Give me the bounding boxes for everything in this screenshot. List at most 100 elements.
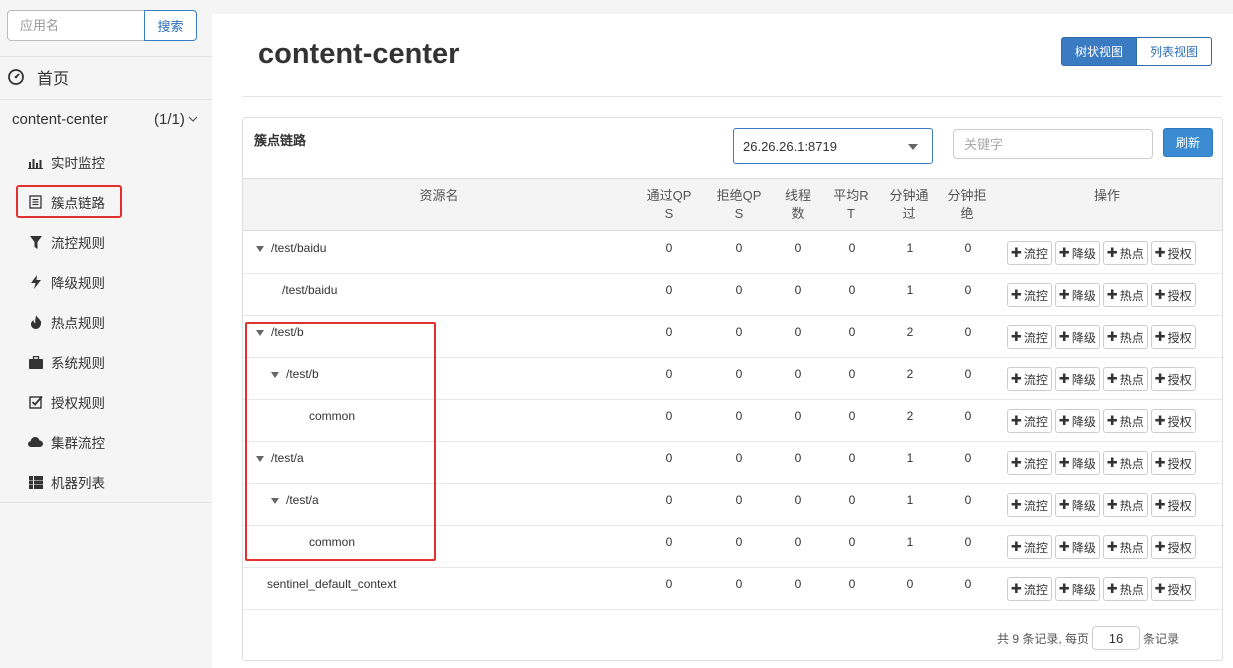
auth-rule-button[interactable]: ✚ 授权 — [1150, 325, 1196, 349]
degrade-rule-button[interactable]: ✚ 降级 — [1054, 367, 1100, 391]
degrade-rule-button[interactable]: ✚ 降级 — [1054, 283, 1100, 307]
th-avg-rt: 平均R T — [833, 188, 869, 221]
flow-rule-button[interactable]: ✚ 流控 — [1007, 283, 1052, 307]
main-content: content-center 树状视图 列表视图 簇点链路 26.26.26.1… — [212, 14, 1233, 668]
hotspot-rule-button[interactable]: ✚ 热点 — [1102, 493, 1148, 517]
flow-rule-button[interactable]: ✚ 流控 — [1007, 577, 1052, 601]
hotspot-rule-button[interactable]: ✚ 热点 — [1102, 577, 1148, 601]
plus-icon: ✚ — [1058, 413, 1070, 428]
hotspot-rule-button[interactable]: ✚ 热点 — [1102, 451, 1148, 475]
minute-pass-cell: 1 — [906, 241, 914, 255]
pagination: 共 9 条记录, 每页 条记录 — [997, 626, 1179, 650]
refresh-button[interactable]: 刷新 — [1163, 128, 1213, 157]
th-minute-pass: 分钟通过 — [889, 188, 929, 221]
hotspot-rule-button[interactable]: ✚ 热点 — [1102, 241, 1148, 265]
tree-view-button[interactable]: 树状视图 — [1061, 37, 1138, 66]
auth-rule-button[interactable]: ✚ 授权 — [1150, 409, 1196, 433]
hotspot-rule-button[interactable]: ✚ 热点 — [1102, 409, 1148, 433]
minute-block-cell: 0 — [964, 409, 972, 423]
page-title: content-center — [258, 38, 460, 70]
hotspot-rule-button[interactable]: ✚ 热点 — [1102, 367, 1148, 391]
plus-icon: ✚ — [1106, 539, 1118, 554]
caret-down-icon[interactable] — [256, 246, 264, 252]
pass-qps-cell: 0 — [665, 493, 673, 507]
flow-rule-button[interactable]: ✚ 流控 — [1007, 409, 1052, 433]
action-label: 热点 — [1119, 372, 1144, 387]
sidebar-item-flow-rules[interactable]: 流控规则 — [28, 230, 105, 254]
action-label: 热点 — [1119, 582, 1144, 597]
sidebar-item-cluster-flow[interactable]: 集群流控 — [28, 430, 105, 454]
threads-cell: 0 — [794, 577, 802, 591]
block-qps-cell: 0 — [735, 493, 743, 507]
avg-rt-cell: 0 — [848, 493, 856, 507]
th-ops: 操作 — [1093, 188, 1120, 203]
flow-rule-button[interactable]: ✚ 流控 — [1007, 493, 1052, 517]
keyword-input[interactable] — [953, 129, 1153, 159]
pass-qps-cell: 0 — [665, 325, 673, 339]
flow-rule-button[interactable]: ✚ 流控 — [1007, 535, 1052, 559]
sidebar-item-system-rules[interactable]: 系统规则 — [28, 350, 105, 374]
plus-icon: ✚ — [1058, 287, 1070, 302]
sidebar-item-home[interactable]: 首页 — [7, 64, 69, 90]
threads-cell: 0 — [794, 283, 802, 297]
plus-icon: ✚ — [1154, 371, 1166, 386]
list-view-button[interactable]: 列表视图 — [1137, 37, 1213, 66]
pass-qps-cell: 0 — [665, 241, 673, 255]
hotspot-rule-button[interactable]: ✚ 热点 — [1102, 325, 1148, 349]
check-square-icon — [28, 395, 43, 410]
auth-rule-button[interactable]: ✚ 授权 — [1150, 577, 1196, 601]
app-search-input[interactable] — [7, 10, 144, 41]
flow-rule-button[interactable]: ✚ 流控 — [1007, 241, 1052, 265]
action-label: 热点 — [1119, 288, 1144, 303]
plus-icon: ✚ — [1011, 245, 1022, 260]
degrade-rule-button[interactable]: ✚ 降级 — [1054, 241, 1100, 265]
sidebar-item-degrade-rules[interactable]: 降级规则 — [28, 270, 105, 294]
action-label: 授权 — [1167, 498, 1192, 513]
resource-panel: 簇点链路 26.26.26.1:8719 刷新 资源名 通过QPS 拒绝QPS … — [242, 117, 1223, 661]
minute-block-cell: 0 — [964, 493, 972, 507]
degrade-rule-button[interactable]: ✚ 降级 — [1054, 493, 1100, 517]
plus-icon: ✚ — [1011, 581, 1022, 596]
auth-rule-button[interactable]: ✚ 授权 — [1150, 493, 1196, 517]
sidebar-item-hotspot-rules[interactable]: 热点规则 — [28, 310, 105, 334]
plus-icon: ✚ — [1154, 287, 1166, 302]
machine-select-value: 26.26.26.1:8719 — [743, 138, 837, 154]
plus-icon: ✚ — [1058, 245, 1070, 260]
degrade-rule-button[interactable]: ✚ 降级 — [1054, 535, 1100, 559]
app-machine-count: (1/1) — [154, 111, 185, 128]
auth-rule-button[interactable]: ✚ 授权 — [1150, 451, 1196, 475]
hotspot-rule-button[interactable]: ✚ 热点 — [1102, 535, 1148, 559]
page-size-input[interactable] — [1092, 626, 1141, 650]
flow-rule-button[interactable]: ✚ 流控 — [1007, 367, 1052, 391]
sidebar-item-auth-rules[interactable]: 授权规则 — [28, 390, 105, 414]
app-search-button[interactable]: 搜索 — [144, 10, 197, 41]
auth-rule-button[interactable]: ✚ 授权 — [1150, 283, 1196, 307]
action-label: 降级 — [1071, 414, 1096, 429]
plus-icon: ✚ — [1011, 539, 1022, 554]
flow-rule-button[interactable]: ✚ 流控 — [1007, 325, 1052, 349]
plus-icon: ✚ — [1011, 329, 1022, 344]
row-actions: ✚ 流控 ✚ 降级 ✚ 热点 ✚ 授权 — [1007, 325, 1199, 349]
flow-rule-button[interactable]: ✚ 流控 — [1007, 451, 1052, 475]
hotspot-rule-button[interactable]: ✚ 热点 — [1102, 283, 1148, 307]
minute-pass-cell: 2 — [906, 367, 914, 381]
action-label: 热点 — [1119, 540, 1144, 555]
machine-select[interactable]: 26.26.26.1:8719 — [733, 128, 933, 164]
sidebar-item-realtime-monitor[interactable]: 实时监控 — [28, 150, 105, 174]
app-group-header[interactable]: content-center (1/1) — [12, 110, 202, 132]
auth-rule-button[interactable]: ✚ 授权 — [1150, 241, 1196, 265]
auth-rule-button[interactable]: ✚ 授权 — [1150, 535, 1196, 559]
title-divider — [242, 96, 1222, 97]
degrade-rule-button[interactable]: ✚ 降级 — [1054, 451, 1100, 475]
action-label: 热点 — [1119, 414, 1144, 429]
avg-rt-cell: 0 — [848, 451, 856, 465]
auth-rule-button[interactable]: ✚ 授权 — [1150, 367, 1196, 391]
sidebar-item-machine-list[interactable]: 机器列表 — [28, 470, 105, 494]
degrade-rule-button[interactable]: ✚ 降级 — [1054, 577, 1100, 601]
th-resource: 资源名 — [419, 188, 459, 203]
app-search: 搜索 — [7, 10, 197, 41]
degrade-rule-button[interactable]: ✚ 降级 — [1054, 325, 1100, 349]
degrade-rule-button[interactable]: ✚ 降级 — [1054, 409, 1100, 433]
avg-rt-cell: 0 — [848, 535, 856, 549]
table-row: sentinel_default_context 0 0 0 0 0 0 ✚ 流控 ✚ 降级 ✚ 热点 ✚… — [243, 568, 1222, 610]
